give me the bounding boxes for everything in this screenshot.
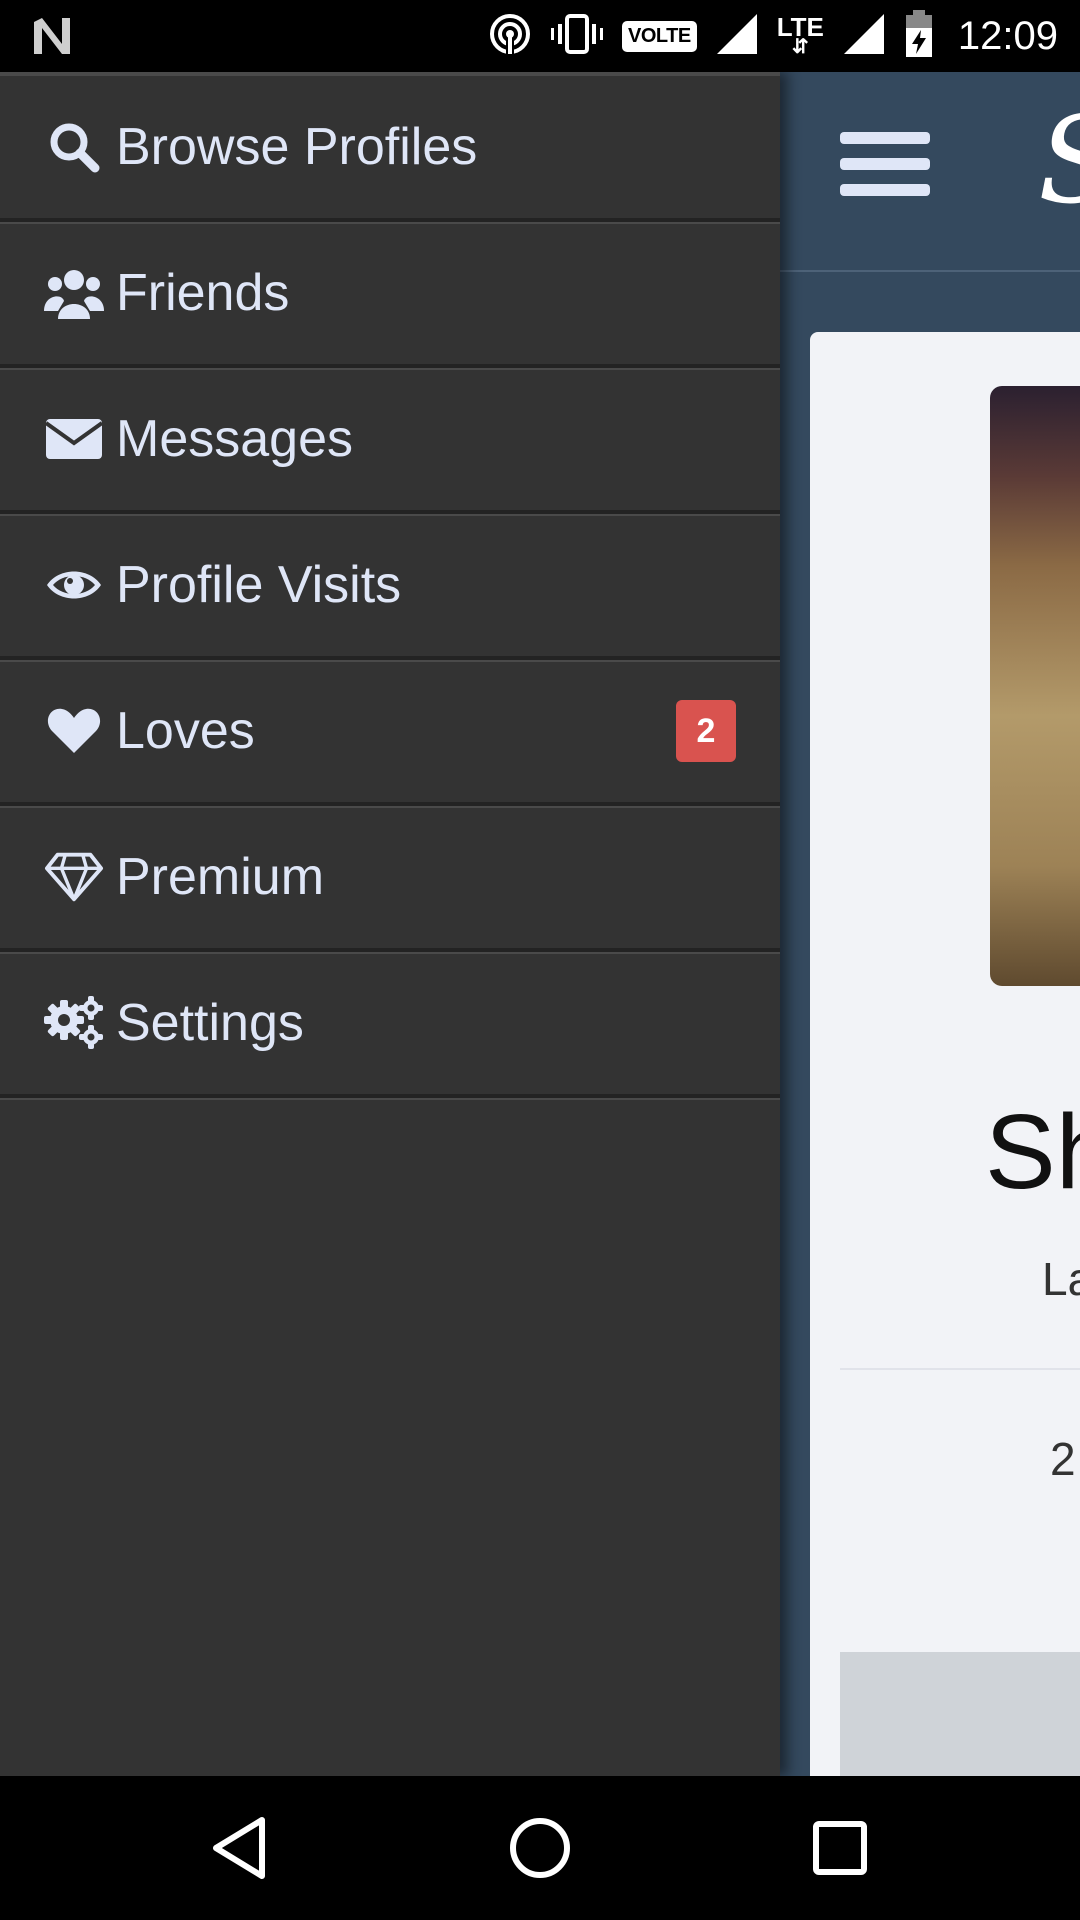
search-icon [44,117,104,177]
gears-icon [44,993,104,1053]
drawer-item-label: Settings [116,994,304,1052]
drawer-item-label: Loves [116,702,255,760]
drawer-item-label: Premium [116,848,325,906]
navigation-drawer: Browse Profiles Friends Messages Profile… [0,72,780,1776]
diamond-icon [44,847,104,907]
signal-icon [715,12,759,60]
back-icon[interactable] [204,1812,276,1884]
navigation-bar [0,1776,1080,1920]
profile-location: La [1042,1253,1080,1305]
lte-indicator: LTE ⇵ [776,12,824,58]
profile-age: 2 [1050,1433,1076,1485]
drawer-item-label: Friends [116,264,290,322]
volte-indicator: VOLTE [622,20,697,52]
drawer-item-settings[interactable]: Settings [0,952,780,1098]
drawer-item-label: Profile Visits [116,556,402,614]
signal-icon [842,12,886,60]
drawer-item-profile-visits[interactable]: Profile Visits [0,514,780,660]
status-bar: VOLTE LTE ⇵ 12:09 [0,0,1080,72]
drawer-item-messages[interactable]: Messages [0,368,780,514]
envelope-icon [44,409,104,469]
card-footer-block [840,1652,1080,1792]
background-app: S Sh La 2 [780,72,1080,1832]
hotspot-icon [488,12,532,60]
eye-icon [44,555,104,615]
profile-name: Sh [985,1093,1080,1211]
users-icon [44,263,104,323]
n-notification-icon [30,14,74,62]
drawer-item-browse-profiles[interactable]: Browse Profiles [0,76,780,222]
drawer-item-label: Browse Profiles [116,118,478,176]
heart-icon [44,701,104,761]
app-logo: S [1038,102,1080,222]
drawer-item-loves[interactable]: Loves 2 [0,660,780,806]
header-divider [780,270,1080,272]
recents-icon[interactable] [804,1812,876,1884]
loves-count-badge: 2 [676,700,736,762]
drawer-item-label: Messages [116,410,353,468]
battery-charging-icon [904,10,934,62]
vibrate-icon [550,12,604,60]
hamburger-menu-icon[interactable] [840,132,930,210]
status-time: 12:09 [957,13,1058,58]
profile-photo[interactable] [990,386,1080,986]
home-icon[interactable] [504,1812,576,1884]
drawer-item-friends[interactable]: Friends [0,222,780,368]
drawer-item-premium[interactable]: Premium [0,806,780,952]
card-divider [840,1368,1080,1370]
